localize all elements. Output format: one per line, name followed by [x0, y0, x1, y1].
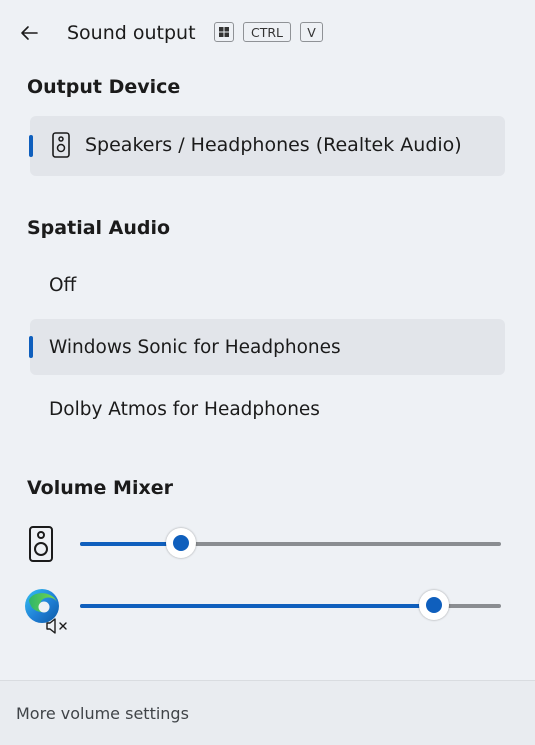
footer: More volume settings: [0, 680, 535, 745]
windows-key-icon: [214, 22, 234, 42]
slider-fill: [80, 604, 434, 608]
spatial-audio-heading: Spatial Audio: [27, 217, 171, 239]
spatial-option-dolby-atmos[interactable]: Dolby Atmos for Headphones: [49, 397, 320, 423]
spatial-option-off[interactable]: Off: [49, 273, 76, 299]
edge-volume-slider[interactable]: [80, 590, 501, 620]
volume-mixer-heading: Volume Mixer: [27, 477, 173, 499]
selection-indicator: [29, 336, 33, 358]
speaker-icon: [29, 526, 53, 562]
slider-thumb[interactable]: [418, 590, 449, 620]
page-title: Sound output: [67, 22, 196, 44]
output-device-label: Speakers / Headphones (Realtek Audio): [85, 134, 462, 156]
header: Sound output CTRL V: [0, 0, 535, 66]
output-device-heading: Output Device: [27, 76, 181, 98]
spatial-option-label: Windows Sonic for Headphones: [49, 337, 341, 358]
more-volume-settings-link[interactable]: More volume settings: [16, 702, 189, 726]
v-key-badge: V: [300, 22, 323, 42]
muted-speaker-icon: [46, 618, 67, 634]
speaker-icon: [52, 132, 70, 158]
back-arrow-icon[interactable]: [16, 20, 42, 46]
system-volume-slider[interactable]: [80, 528, 501, 558]
slider-thumb[interactable]: [166, 528, 197, 558]
ctrl-key-badge: CTRL: [243, 22, 291, 42]
selection-indicator: [29, 135, 33, 157]
